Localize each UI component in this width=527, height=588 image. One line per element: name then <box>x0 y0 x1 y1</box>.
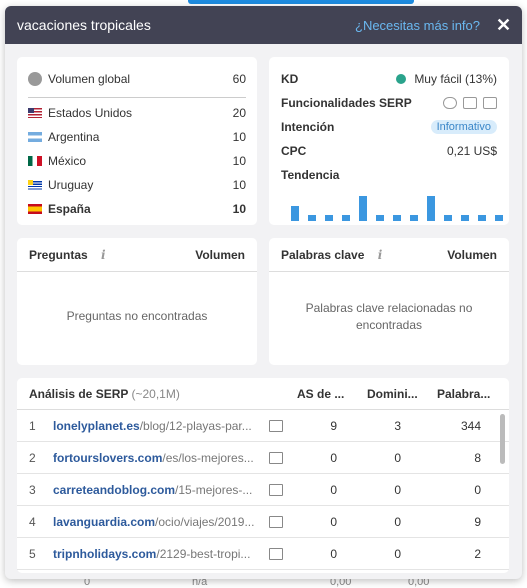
country-row-mx[interactable]: México 10 <box>28 149 246 173</box>
trend-bar <box>393 215 401 221</box>
questions-card: Preguntas i Volumen Preguntas no encontr… <box>17 238 257 365</box>
col-keywords[interactable]: Palabra... <box>437 387 497 401</box>
serp-header: Análisis de SERP (~20,1M) AS de ... Domi… <box>17 378 509 410</box>
trend-bar <box>444 215 452 221</box>
link-icon <box>443 97 457 109</box>
country-row-us[interactable]: Estados Unidos 20 <box>28 101 246 125</box>
trend-bar <box>495 215 503 221</box>
trend-bar <box>410 215 418 221</box>
metrics-card: KD Muy fácil (13%) Funcionalidades SERP … <box>269 57 509 225</box>
intent-row: Intención Informativo <box>281 115 497 139</box>
table-row[interactable]: 3 carreteandoblog.com/15-mejores-... 0 0 0 <box>17 474 509 506</box>
kd-dot-icon <box>396 74 407 84</box>
result-url[interactable]: fortourslovers.com/es/los-mejores... <box>53 451 265 465</box>
volume-card: Volumen global 60 Estados Unidos 20 Arge… <box>17 57 257 225</box>
keyword-popup: vacaciones tropicales ¿Necesitas más inf… <box>5 6 522 579</box>
comment-icon <box>483 97 497 109</box>
trend-bar <box>376 215 384 221</box>
table-row[interactable]: 4 lavanguardia.com/ocio/viajes/2019... 0 0 9 <box>17 506 509 538</box>
intent-badge[interactable]: Informativo <box>430 120 497 134</box>
keyword-title: vacaciones tropicales <box>17 17 151 33</box>
keywords-empty: Palabras clave relacionadas no encontrad… <box>305 301 473 332</box>
info-icon[interactable]: i <box>378 248 383 262</box>
close-icon[interactable]: ✕ <box>496 15 511 36</box>
external-link-icon[interactable] <box>269 547 283 560</box>
kd-row: KD Muy fácil (13%) <box>281 72 497 86</box>
trend-bar <box>291 206 299 221</box>
col-as[interactable]: AS de ... <box>297 387 367 401</box>
trend-bar <box>427 196 435 221</box>
keywords-card: Palabras clave i Volumen Palabras clave … <box>269 238 509 365</box>
scrollbar[interactable] <box>500 414 505 464</box>
col-domains[interactable]: Domini... <box>367 387 437 401</box>
trend-row: Tendencia <box>281 168 340 182</box>
serp-card: Análisis de SERP (~20,1M) AS de ... Domi… <box>17 378 509 573</box>
global-volume-row: Volumen global 60 <box>28 67 246 91</box>
trend-bar <box>308 215 316 221</box>
trend-chart <box>291 191 503 221</box>
table-row[interactable]: 2 fortourslovers.com/es/los-mejores... 0 0 8 <box>17 442 509 474</box>
external-link-icon[interactable] <box>269 483 283 496</box>
image-icon <box>463 97 477 109</box>
country-row-uy[interactable]: Uruguay 10 <box>28 173 246 197</box>
result-url[interactable]: lonelyplanet.es/blog/12-playas-par... <box>53 419 265 433</box>
popup-header: vacaciones tropicales ¿Necesitas más inf… <box>5 6 522 44</box>
es-flag-icon <box>28 204 42 214</box>
mx-flag-icon <box>28 156 42 166</box>
result-url[interactable]: carreteandoblog.com/15-mejores-... <box>53 483 265 497</box>
table-row[interactable]: 1 lonelyplanet.es/blog/12-playas-par... 9 3… <box>17 410 509 442</box>
questions-empty: Preguntas no encontradas <box>66 309 208 323</box>
divider <box>28 97 246 98</box>
uy-flag-icon <box>28 180 42 190</box>
trend-bar <box>461 215 469 221</box>
external-link-icon[interactable] <box>269 419 283 432</box>
background-blue-bar <box>188 0 414 4</box>
info-icon[interactable]: i <box>101 248 106 262</box>
trend-bar <box>342 215 350 221</box>
result-url[interactable]: lavanguardia.com/ocio/viajes/2019... <box>53 515 265 529</box>
trend-bar <box>359 196 367 221</box>
us-flag-icon <box>28 108 42 118</box>
external-link-icon[interactable] <box>269 515 283 528</box>
more-info-link[interactable]: ¿Necesitas más info? <box>355 18 480 33</box>
external-link-icon[interactable] <box>269 451 283 464</box>
trend-bar <box>325 215 333 221</box>
cpc-row: CPC 0,21 US$ <box>281 144 497 158</box>
country-row-ar[interactable]: Argentina 10 <box>28 125 246 149</box>
ar-flag-icon <box>28 132 42 142</box>
table-row[interactable]: 5 tripnholidays.com/2129-best-tropi... 0 0 2 <box>17 538 509 570</box>
trend-bar <box>478 215 486 221</box>
country-row-es[interactable]: España 10 <box>28 197 246 221</box>
result-url[interactable]: tripnholidays.com/2129-best-tropi... <box>53 547 265 561</box>
globe-icon <box>28 72 42 86</box>
serp-features-row: Funcionalidades SERP <box>281 91 497 115</box>
